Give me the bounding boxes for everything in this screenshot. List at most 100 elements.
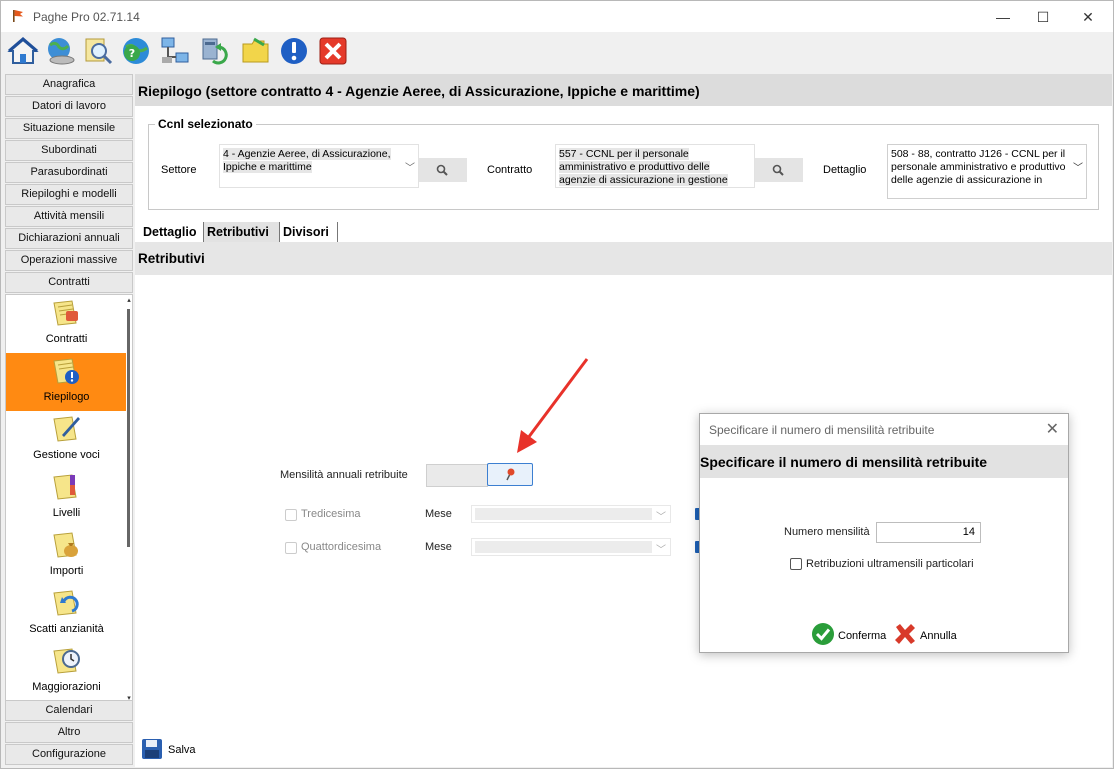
chevron-down-icon: ﹀	[656, 512, 666, 523]
sidebar-section-dichiarazioni[interactable]: Dichiarazioni annuali	[5, 228, 133, 249]
dettaglio-label: Dettaglio	[823, 164, 867, 176]
sidebar-section-operazioni[interactable]: Operazioni massive	[5, 250, 133, 271]
globe-disk-icon[interactable]	[44, 35, 76, 67]
sidebar-section-contratti[interactable]: Contratti	[5, 272, 133, 293]
exit-icon[interactable]	[317, 35, 349, 67]
sidebar-section-riepiloghi[interactable]: Riepiloghi e modelli	[5, 184, 133, 205]
contratto-search-button[interactable]	[755, 158, 803, 182]
floppy-disk-icon	[142, 739, 162, 759]
check-icon	[812, 623, 834, 645]
help-globe-icon[interactable]: ?	[120, 35, 152, 67]
ccnl-groupbox: Ccnl selezionato Settore 4 - Agenzie Aer…	[148, 117, 1099, 210]
dialog-header: Specificare il numero di mensilità retri…	[700, 445, 1068, 478]
levels-icon	[53, 474, 77, 500]
sidebar-item-label: Maggiorazioni	[32, 681, 101, 693]
sidebar-section-anagrafica[interactable]: Anagrafica	[5, 74, 133, 95]
sidebar-section-subordinati[interactable]: Subordinati	[5, 140, 133, 161]
sidebar-item-label: Contratti	[45, 333, 88, 345]
sidebar-section-calendari[interactable]: Calendari	[5, 700, 133, 721]
contratto-combo[interactable]: 557 - CCNL per il personale amministrati…	[555, 144, 755, 188]
sidebar-item-label: Riepilogo	[43, 391, 90, 403]
contratto-value: 557 - CCNL per il personale amministrati…	[559, 148, 728, 187]
info-icon[interactable]	[278, 35, 310, 67]
sidebar-item-label: Gestione voci	[33, 449, 100, 461]
sidebar-scrollbar[interactable]: ▴ ▾	[126, 295, 132, 705]
quattordicesima-mese-label: Mese	[425, 541, 452, 553]
refresh-notepad-icon	[53, 590, 79, 616]
sidebar-item-label: Scatti anzianità	[29, 623, 104, 635]
contratto-label: Contratto	[487, 164, 533, 176]
cancel-button[interactable]: Annulla	[893, 622, 973, 648]
flag-icon	[13, 10, 23, 22]
edit-pen-icon	[53, 416, 80, 442]
save-button[interactable]: Salva	[141, 738, 211, 762]
tredicesima-mese-label: Mese	[425, 508, 452, 520]
tab-dettaglio[interactable]: Dettaglio	[140, 222, 204, 242]
sidebar-contratti-panel: Contratti Riepilogo Gestione voci Livell…	[5, 294, 133, 706]
sidebar-item-maggiorazioni[interactable]: Maggiorazioni	[6, 643, 127, 701]
sidebar-item-label: Importi	[49, 565, 84, 577]
cancel-x-icon	[895, 624, 915, 644]
settore-search-button[interactable]	[419, 158, 467, 182]
dettaglio-combo[interactable]: 508 - 88, contratto J126 - CCNL per il p…	[887, 144, 1087, 199]
quattordicesima-checkbox[interactable]	[285, 542, 297, 554]
pin-icon	[506, 468, 515, 481]
sidebar-section-parasubordinati[interactable]: Parasubordinati	[5, 162, 133, 183]
dialog-heading: Specificare il numero di mensilità retri…	[700, 454, 988, 470]
dialog-title: Specificare il numero di mensilità retri…	[709, 423, 935, 437]
sidebar-section-datori[interactable]: Datori di lavoro	[5, 96, 133, 117]
close-button[interactable]: ✕	[1073, 7, 1103, 27]
sidebar-item-livelli[interactable]: Livelli	[6, 469, 127, 527]
dialog-close-icon[interactable]: ✕	[1046, 419, 1059, 439]
numero-mensilita-input[interactable]: 14	[876, 522, 981, 543]
scrollbar-thumb[interactable]	[127, 309, 130, 547]
quattordicesima-mese-select[interactable]: ﹀	[471, 538, 671, 556]
sidebar-section-attivita[interactable]: Attività mensili	[5, 206, 133, 227]
sidebar-section-altro[interactable]: Altro	[5, 722, 133, 743]
scroll-up-icon[interactable]: ▴	[126, 297, 132, 305]
tab-divisori[interactable]: Divisori	[280, 222, 338, 242]
maximize-button[interactable]: ☐	[1028, 7, 1058, 27]
folder-icon[interactable]	[240, 35, 272, 67]
tab-retributivi[interactable]: Retributivi	[204, 222, 280, 242]
ultramensili-label: Retribuzioni ultramensili particolari	[806, 558, 974, 570]
tredicesima-mese-select[interactable]: ﹀	[471, 505, 671, 523]
home-icon[interactable]	[7, 35, 39, 67]
mensilita-edit-button[interactable]	[487, 463, 533, 486]
sidebar-item-importi[interactable]: Importi	[6, 527, 127, 585]
sidebar-item-scatti[interactable]: Scatti anzianità	[6, 585, 127, 643]
minimize-button[interactable]: —	[988, 7, 1018, 27]
annotation-arrow-icon	[517, 358, 589, 453]
settore-label: Settore	[161, 164, 197, 176]
sync-icon[interactable]	[199, 35, 231, 67]
search-doc-icon[interactable]	[82, 35, 114, 67]
ultramensili-checkbox[interactable]	[790, 558, 802, 570]
save-label: Salva	[168, 744, 196, 756]
sidebar-section-configurazione[interactable]: Configurazione	[5, 744, 133, 765]
svg-text:?: ?	[129, 47, 135, 60]
page-header: Riepilogo (settore contratto 4 - Agenzie…	[135, 74, 1112, 106]
chevron-down-icon: ﹀	[1073, 163, 1083, 174]
section-header: Retributivi	[135, 242, 1112, 275]
mensilita-dialog: Specificare il numero di mensilità retri…	[699, 413, 1069, 653]
sidebar-section-situazione[interactable]: Situazione mensile	[5, 118, 133, 139]
title-bar: Paghe Pro 02.71.14 — ☐ ✕	[1, 1, 1113, 32]
search-icon	[436, 164, 448, 176]
settore-combo[interactable]: 4 - Agenzie Aeree, di Assicurazione, Ipp…	[219, 144, 419, 188]
ccnl-legend: Ccnl selezionato	[155, 117, 256, 131]
window-title: Paghe Pro 02.71.14	[33, 10, 140, 24]
money-bag-icon	[53, 532, 78, 558]
sidebar-item-riepilogo[interactable]: Riepilogo	[6, 353, 127, 411]
sidebar-item-gestione-voci[interactable]: Gestione voci	[6, 411, 127, 469]
confirm-button[interactable]: Conferma	[811, 622, 891, 648]
contract-notepad-icon	[53, 300, 78, 326]
numero-mensilita-label: Numero mensilità	[784, 526, 870, 538]
section-title: Retributivi	[138, 251, 205, 266]
network-icon[interactable]	[159, 35, 191, 67]
tredicesima-checkbox[interactable]	[285, 509, 297, 521]
confirm-label: Conferma	[838, 630, 887, 642]
cancel-label: Annulla	[920, 630, 957, 642]
sidebar-item-label: Livelli	[52, 507, 81, 519]
summary-info-icon	[53, 358, 79, 384]
sidebar-item-contratti[interactable]: Contratti	[6, 295, 127, 353]
